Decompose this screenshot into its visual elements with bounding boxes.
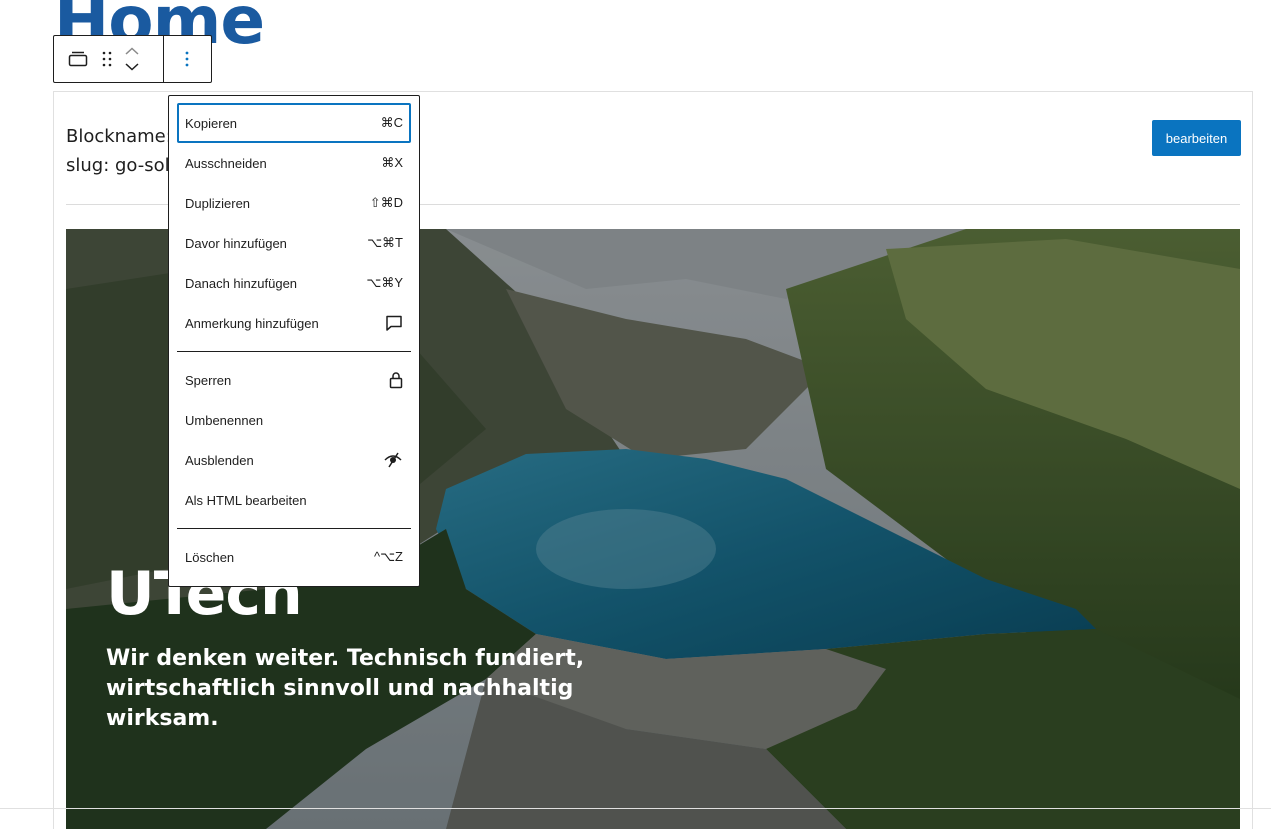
menu-item-shortcut: ⌘C	[380, 115, 403, 130]
menu-group-delete: Löschen ^⌥Z	[177, 528, 411, 585]
comment-icon	[385, 314, 403, 332]
menu-item-edit-html[interactable]: Als HTML bearbeiten	[177, 480, 411, 520]
hero-text: Wir denken weiter. Technisch fundiert, w…	[106, 646, 585, 731]
block-options-menu: Kopieren ⌘C Ausschneiden ⌘X Duplizieren …	[168, 95, 420, 587]
move-down-button[interactable]	[125, 59, 139, 75]
menu-item-shortcut: ⌥⌘Y	[366, 275, 403, 290]
slug-line: slug: go-solu	[66, 155, 182, 176]
lock-icon	[389, 371, 403, 389]
pattern-meta: Blockname: slug: go-solu	[66, 122, 181, 180]
menu-item-label: Als HTML bearbeiten	[185, 492, 307, 508]
pattern-block-icon	[68, 51, 87, 67]
edit-pattern-button[interactable]: bearbeiten	[1152, 120, 1241, 156]
more-vertical-icon	[185, 51, 189, 67]
menu-item-label: Ausblenden	[185, 452, 254, 468]
menu-item-label: Anmerkung hinzufügen	[185, 315, 319, 331]
drag-handle[interactable]	[101, 36, 113, 82]
menu-item-label: Löschen	[185, 549, 235, 565]
menu-item-label: Umbenennen	[185, 412, 264, 428]
menu-item-cut[interactable]: Ausschneiden ⌘X	[177, 143, 411, 183]
menu-item-shortcut: ⇧⌘D	[369, 195, 403, 210]
menu-item-label: Davor hinzufügen	[185, 235, 287, 251]
menu-item-copy[interactable]: Kopieren ⌘C	[177, 103, 411, 143]
menu-item-shortcut: ⌥⌘T	[367, 235, 403, 250]
bottom-divider	[0, 808, 1271, 809]
block-options-button[interactable]	[164, 36, 211, 82]
menu-group-manage: Sperren Umbenennen Ausblenden Als HTML b…	[177, 351, 411, 528]
chevron-up-icon	[125, 47, 139, 55]
menu-item-delete[interactable]: Löschen ^⌥Z	[177, 537, 411, 577]
block-name-line: Blockname:	[66, 126, 172, 147]
menu-item-insert-after[interactable]: Danach hinzufügen ⌥⌘Y	[177, 263, 411, 303]
hidden-icon	[383, 451, 403, 469]
drag-handle-icon	[102, 51, 112, 67]
block-toolbar	[53, 35, 212, 83]
menu-item-add-note[interactable]: Anmerkung hinzufügen	[177, 303, 411, 343]
menu-item-lock[interactable]: Sperren	[177, 360, 411, 400]
menu-item-rename[interactable]: Umbenennen	[177, 400, 411, 440]
block-movers	[113, 36, 150, 82]
menu-item-shortcut: ^⌥Z	[373, 549, 403, 564]
menu-item-label: Duplizieren	[185, 195, 251, 211]
menu-item-hide[interactable]: Ausblenden	[177, 440, 411, 480]
move-up-button[interactable]	[125, 43, 139, 59]
select-parent-button[interactable]	[54, 36, 101, 82]
menu-item-label: Danach hinzufügen	[185, 275, 298, 291]
menu-item-shortcut: ⌘X	[381, 155, 403, 170]
menu-item-label: Sperren	[185, 372, 232, 388]
chevron-down-icon	[125, 63, 139, 71]
menu-item-label: Ausschneiden	[185, 155, 267, 171]
menu-group-edit: Kopieren ⌘C Ausschneiden ⌘X Duplizieren …	[177, 96, 411, 351]
menu-item-duplicate[interactable]: Duplizieren ⇧⌘D	[177, 183, 411, 223]
menu-item-label: Kopieren	[185, 115, 238, 131]
menu-item-insert-before[interactable]: Davor hinzufügen ⌥⌘T	[177, 223, 411, 263]
